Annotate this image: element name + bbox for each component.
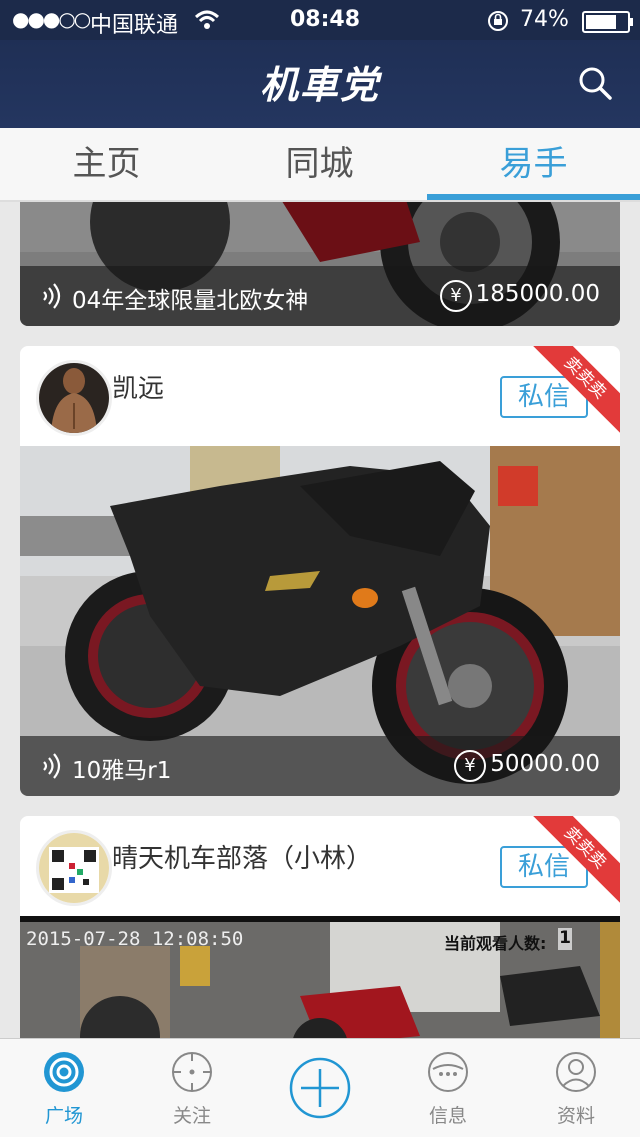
profile-icon xyxy=(556,1052,596,1092)
nav-label: 信息 xyxy=(428,1105,467,1127)
user-avatar-image xyxy=(39,363,109,433)
search-icon[interactable] xyxy=(578,66,612,100)
video-timestamp: 2015-07-28 12:08:50 xyxy=(26,928,244,950)
status-bar: ●●●○○ 中国联通 08:48 74% xyxy=(0,0,640,40)
plus-icon xyxy=(289,1057,351,1119)
crosshair-icon xyxy=(172,1052,212,1092)
username[interactable]: 晴天机车部落（小林） xyxy=(112,838,372,875)
yen-icon: ¥ xyxy=(454,750,486,782)
listing-card[interactable]: 04年全球限量北欧女神 ¥ 185000.00 xyxy=(20,202,620,326)
bottom-navigation: 广场 关注 信息 资料 xyxy=(0,1038,640,1137)
username[interactable]: 凯远 xyxy=(112,368,164,405)
signal-strength: ●●●○○ xyxy=(12,7,91,31)
listing-info-bar: 10雅马r1 ¥ 50000.00 xyxy=(20,736,620,796)
active-tab-indicator xyxy=(427,194,640,200)
app-header: 机車党 xyxy=(0,40,640,128)
clock: 08:48 xyxy=(290,7,361,32)
wifi-icon xyxy=(194,10,220,29)
audio-icon[interactable] xyxy=(38,752,62,780)
listing-card[interactable]: 晴天机车部落（小林） 私信 卖卖卖 2015-07-28 12:08:50 当前… xyxy=(20,816,620,1038)
yen-icon: ¥ xyxy=(440,280,472,312)
viewer-count: 1 xyxy=(558,928,572,950)
listing-video-frame[interactable]: 2015-07-28 12:08:50 当前观看人数: 1 xyxy=(20,916,620,1038)
message-icon xyxy=(428,1052,468,1092)
tab-secondhand[interactable]: 易手 xyxy=(427,128,640,200)
audio-icon[interactable] xyxy=(38,282,62,310)
qr-code-avatar-image xyxy=(39,833,109,903)
listing-title: 10雅马r1 xyxy=(72,758,172,784)
nav-post[interactable] xyxy=(256,1039,384,1137)
avatar[interactable] xyxy=(36,830,112,906)
listing-card[interactable]: 凯远 私信 卖卖卖 10雅马r1 ¥ 50000.00 xyxy=(20,346,620,796)
nav-label: 关注 xyxy=(172,1105,211,1127)
tab-local[interactable]: 同城 xyxy=(213,128,426,200)
nav-plaza[interactable]: 广场 xyxy=(0,1039,128,1137)
battery-icon xyxy=(582,11,633,33)
viewer-count-label: 当前观看人数: xyxy=(444,934,547,953)
listing-price: 50000.00 xyxy=(490,751,600,777)
nav-follow[interactable]: 关注 xyxy=(128,1039,256,1137)
battery-percent: 74% xyxy=(520,7,569,32)
nav-profile[interactable]: 资料 xyxy=(512,1039,640,1137)
carrier-name: 中国联通 xyxy=(90,13,179,38)
listing-feed[interactable]: 04年全球限量北欧女神 ¥ 185000.00 凯远 私信 卖卖卖 10雅马r1… xyxy=(0,202,640,1038)
tab-bar: 主页 同城 易手 xyxy=(0,128,640,202)
nav-label: 广场 xyxy=(44,1105,83,1127)
listing-price: 185000.00 xyxy=(475,281,600,307)
tab-home[interactable]: 主页 xyxy=(0,128,213,200)
listing-title: 04年全球限量北欧女神 xyxy=(72,288,309,314)
avatar[interactable] xyxy=(36,360,112,436)
listing-info-bar: 04年全球限量北欧女神 ¥ 185000.00 xyxy=(20,266,620,326)
app-logo: 机車党 xyxy=(259,62,380,107)
rotation-lock-icon xyxy=(488,11,508,31)
nav-messages[interactable]: 信息 xyxy=(384,1039,512,1137)
nav-label: 资料 xyxy=(556,1105,595,1127)
target-icon xyxy=(44,1052,84,1092)
